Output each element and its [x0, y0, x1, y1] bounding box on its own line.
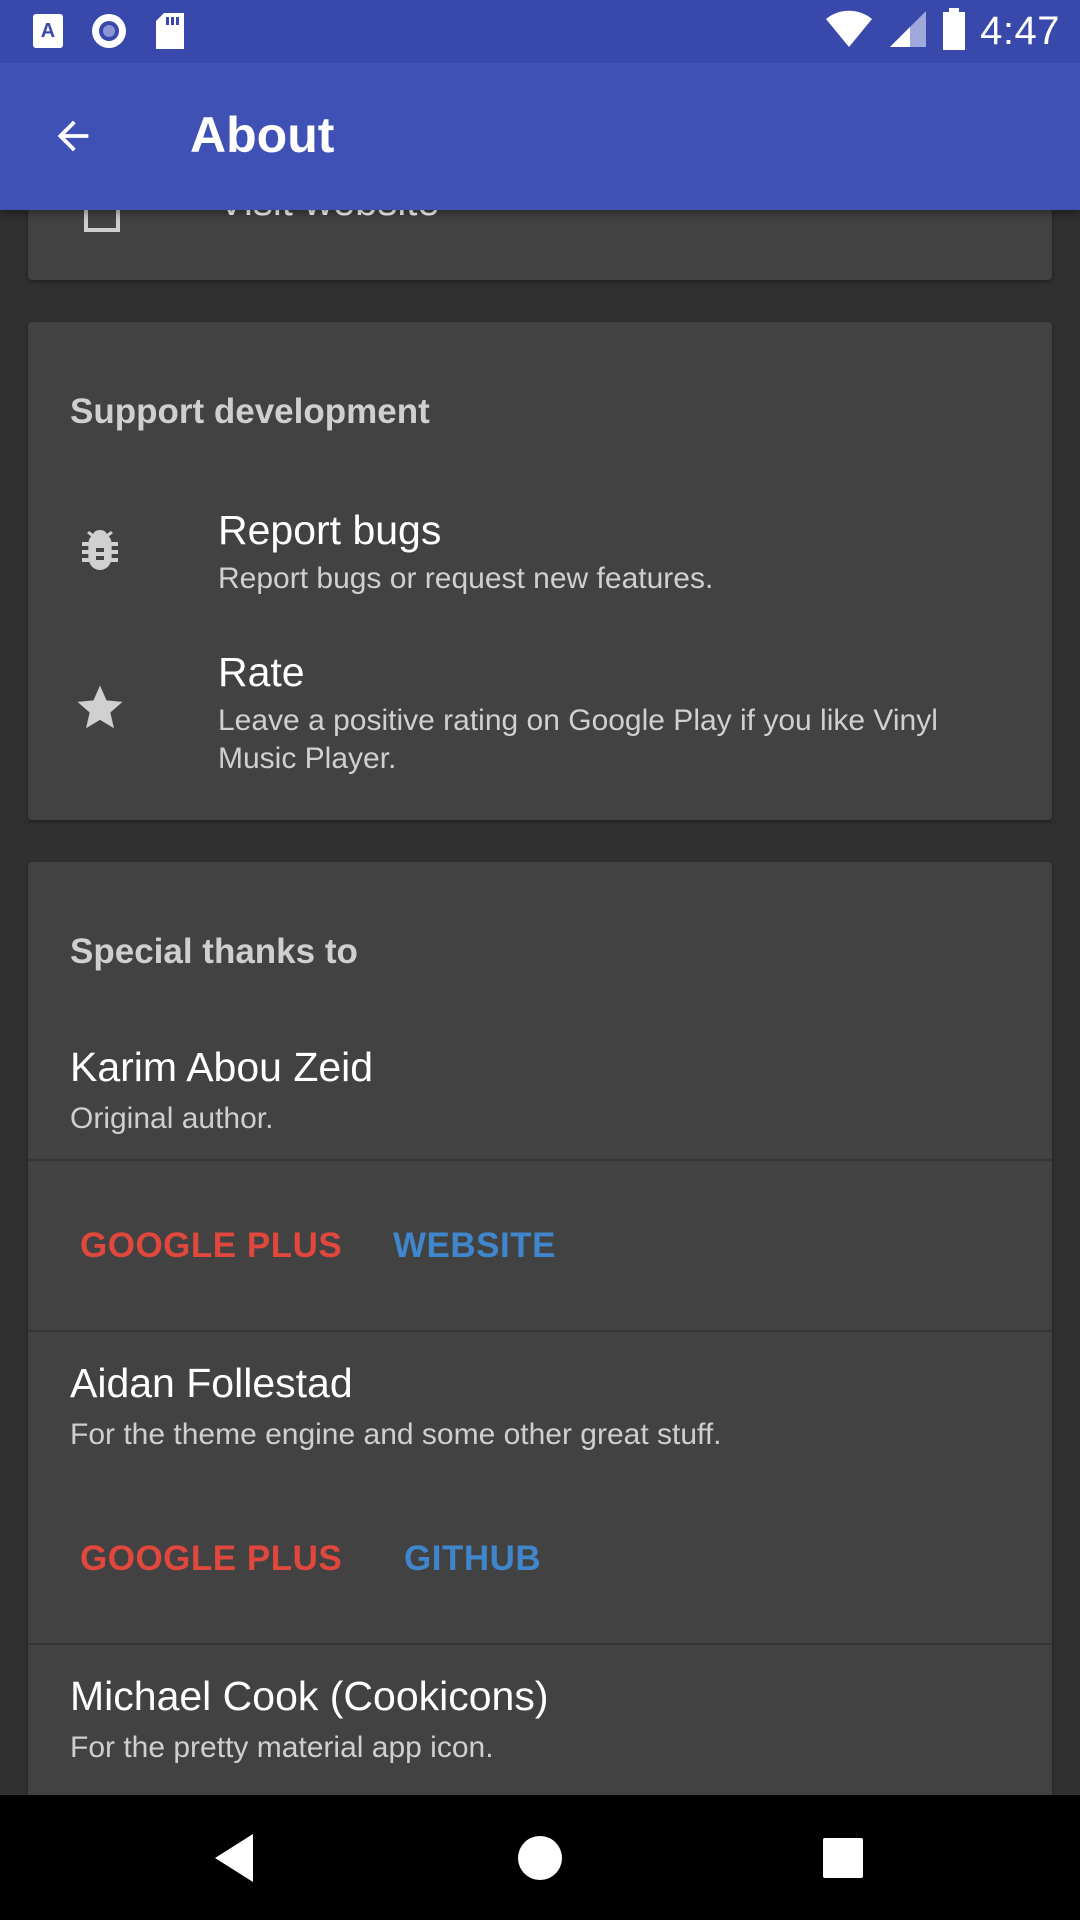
nav-back-icon[interactable]: [204, 1827, 266, 1889]
person-description: For the theme engine and some other grea…: [70, 1418, 722, 1451]
rate-title: Rate: [218, 649, 305, 695]
karim-website-button[interactable]: WEBSITE: [393, 1226, 556, 1266]
report-bugs-subtitle: Report bugs or request new features.: [218, 562, 714, 595]
nav-recents-icon[interactable]: [812, 1827, 874, 1889]
about-content[interactable]: Visit website Support development Report…: [0, 0, 1080, 1795]
wifi-icon: [824, 9, 874, 54]
aidan-google-plus-button[interactable]: GOOGLE PLUS: [80, 1539, 342, 1579]
support-section-title: Support development: [70, 392, 430, 431]
status-time: 4:47: [980, 9, 1060, 53]
person-description: For the pretty material app icon.: [70, 1731, 494, 1764]
battery-icon: [942, 8, 966, 55]
a-notification-icon: A: [32, 13, 64, 54]
circle-notification-icon: [90, 12, 128, 55]
aidan-github-button[interactable]: GITHUB: [404, 1539, 541, 1579]
person-description: Original author.: [70, 1102, 274, 1135]
navigation-bar: [0, 1795, 1080, 1920]
nav-home-icon[interactable]: [509, 1827, 571, 1889]
person-name: Karim Abou Zeid: [70, 1044, 374, 1090]
app-bar: About: [0, 63, 1080, 210]
bug-icon: [70, 522, 130, 582]
arrow-left-icon[interactable]: [40, 103, 106, 169]
sd-card-icon: [154, 12, 186, 55]
person-name: Michael Cook (Cookicons): [70, 1673, 549, 1719]
karim-google-plus-button[interactable]: GOOGLE PLUS: [80, 1226, 342, 1266]
svg-text:A: A: [41, 20, 55, 42]
special-thanks-card: Special thanks to Karim Abou Zeid Origin…: [28, 862, 1052, 1795]
divider: [28, 1330, 1052, 1332]
rate-subtitle: Leave a positive rating on Google Play i…: [218, 704, 938, 775]
divider: [28, 1159, 1052, 1161]
divider: [28, 1643, 1052, 1645]
support-development-card: Support development Report bugs Report b…: [28, 322, 1052, 820]
star-icon: [70, 678, 130, 738]
status-bar: A 4:47: [0, 0, 1080, 63]
report-bugs-title: Report bugs: [218, 507, 442, 553]
signal-icon: [888, 9, 928, 54]
person-name: Aidan Follestad: [70, 1360, 353, 1406]
thanks-section-title: Special thanks to: [70, 932, 358, 971]
page-title: About: [190, 107, 335, 163]
